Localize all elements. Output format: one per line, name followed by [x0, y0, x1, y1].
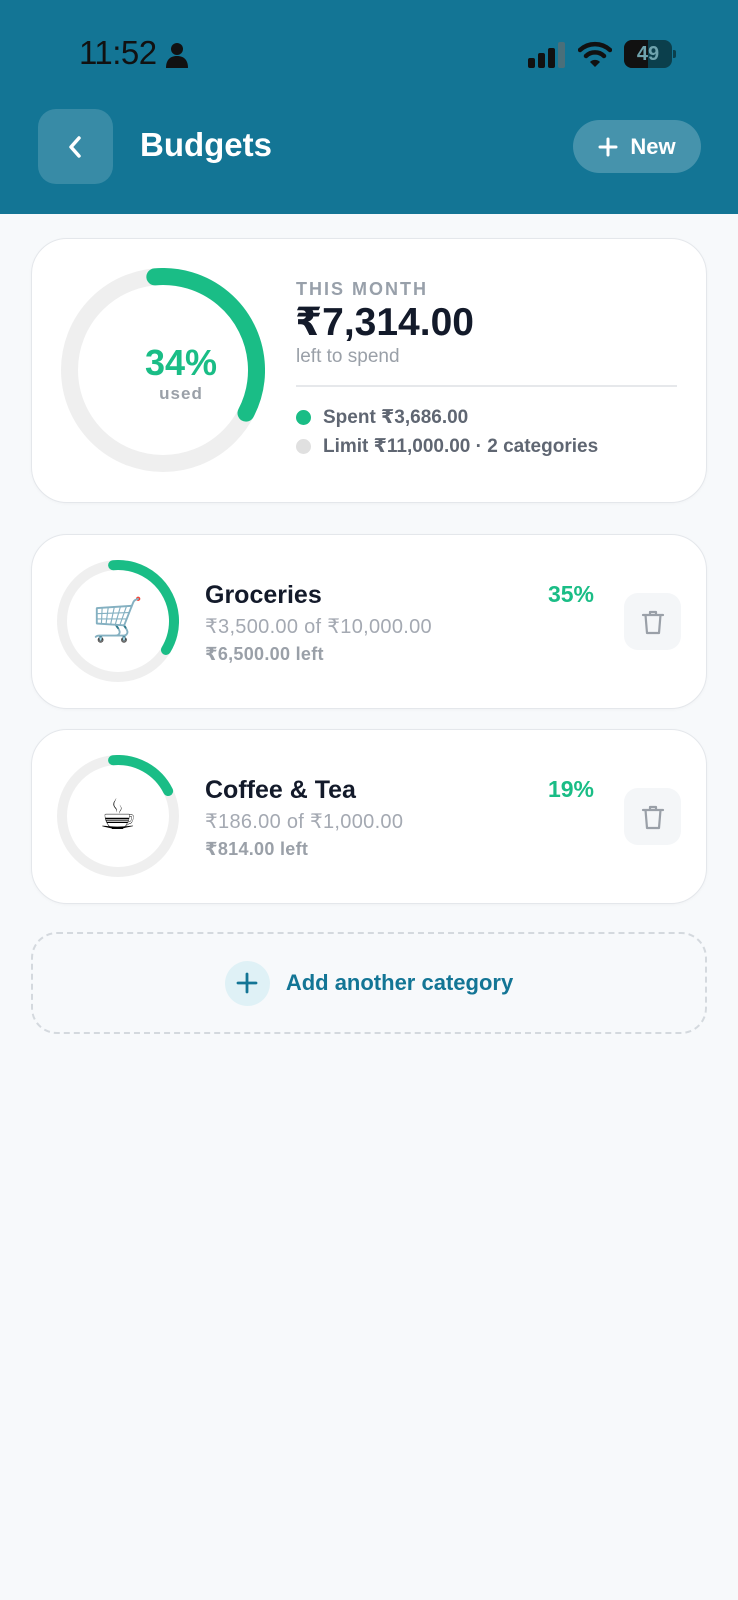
divider [296, 385, 677, 387]
status-time: 11:52 [79, 34, 157, 71]
coffee-cup-icon: ☕ [99, 791, 137, 838]
category-name: Coffee & Tea [205, 776, 356, 804]
add-category-label: Add another category [285, 970, 514, 995]
add-category-button[interactable]: Add another category [31, 932, 707, 1034]
summary-percent: 34% [144, 342, 218, 383]
left-to-spend-caption: left to spend [296, 346, 400, 367]
header-bar: 11:52 49 Budgets New [0, 0, 738, 214]
person-icon [166, 43, 188, 68]
category-amount: ₹186.00 of ₹1,000.00 [205, 811, 404, 833]
new-button-label: New [630, 133, 676, 159]
summary-used-label: used [159, 384, 203, 403]
monthly-summary-card: 34% used THIS MONTH ₹7,314.00 left to sp… [31, 238, 707, 503]
spent-dot [296, 410, 311, 425]
trash-icon [641, 805, 664, 829]
delete-coffee-tea-button[interactable] [624, 788, 681, 845]
back-button[interactable] [38, 109, 113, 184]
battery-indicator: 49 [624, 40, 676, 68]
category-left: ₹814.00 left [205, 839, 309, 859]
battery-percent: 49 [636, 43, 660, 65]
category-percent: 35% [547, 581, 594, 607]
add-circle [224, 960, 270, 1006]
category-left: ₹6,500.00 left [205, 644, 324, 664]
limit-dot [296, 439, 311, 454]
wifi-icon [578, 41, 612, 67]
plus-icon [598, 137, 618, 156]
plus-icon [236, 972, 258, 994]
spent-label: Spent ₹3,686.00 [323, 407, 469, 428]
category-name: Groceries [205, 581, 322, 609]
trash-icon [641, 610, 664, 634]
limit-label: Limit ₹11,000.00 · 2 categories [323, 436, 599, 457]
category-amount: ₹3,500.00 of ₹10,000.00 [205, 616, 432, 638]
new-budget-button[interactable]: New [573, 120, 701, 173]
delete-groceries-button[interactable] [624, 593, 681, 650]
category-percent: 19% [547, 776, 594, 802]
legend-limit: Limit ₹11,000.00 · 2 categories [296, 435, 598, 458]
category-card-groceries[interactable]: 🛒 Groceries 35% ₹3,500.00 of ₹10,000.00 … [31, 534, 707, 709]
period-label: THIS MONTH [296, 279, 428, 299]
shopping-cart-icon: 🛒 [91, 596, 145, 643]
left-to-spend-amount: ₹7,314.00 [295, 301, 474, 344]
page-title: Budgets [140, 126, 272, 163]
chevron-left-icon [68, 135, 81, 158]
cellular-signal-icon [528, 42, 565, 68]
legend-spent: Spent ₹3,686.00 [296, 406, 468, 429]
category-card-coffee-tea[interactable]: ☕ Coffee & Tea 19% ₹186.00 of ₹1,000.00 … [31, 729, 707, 904]
